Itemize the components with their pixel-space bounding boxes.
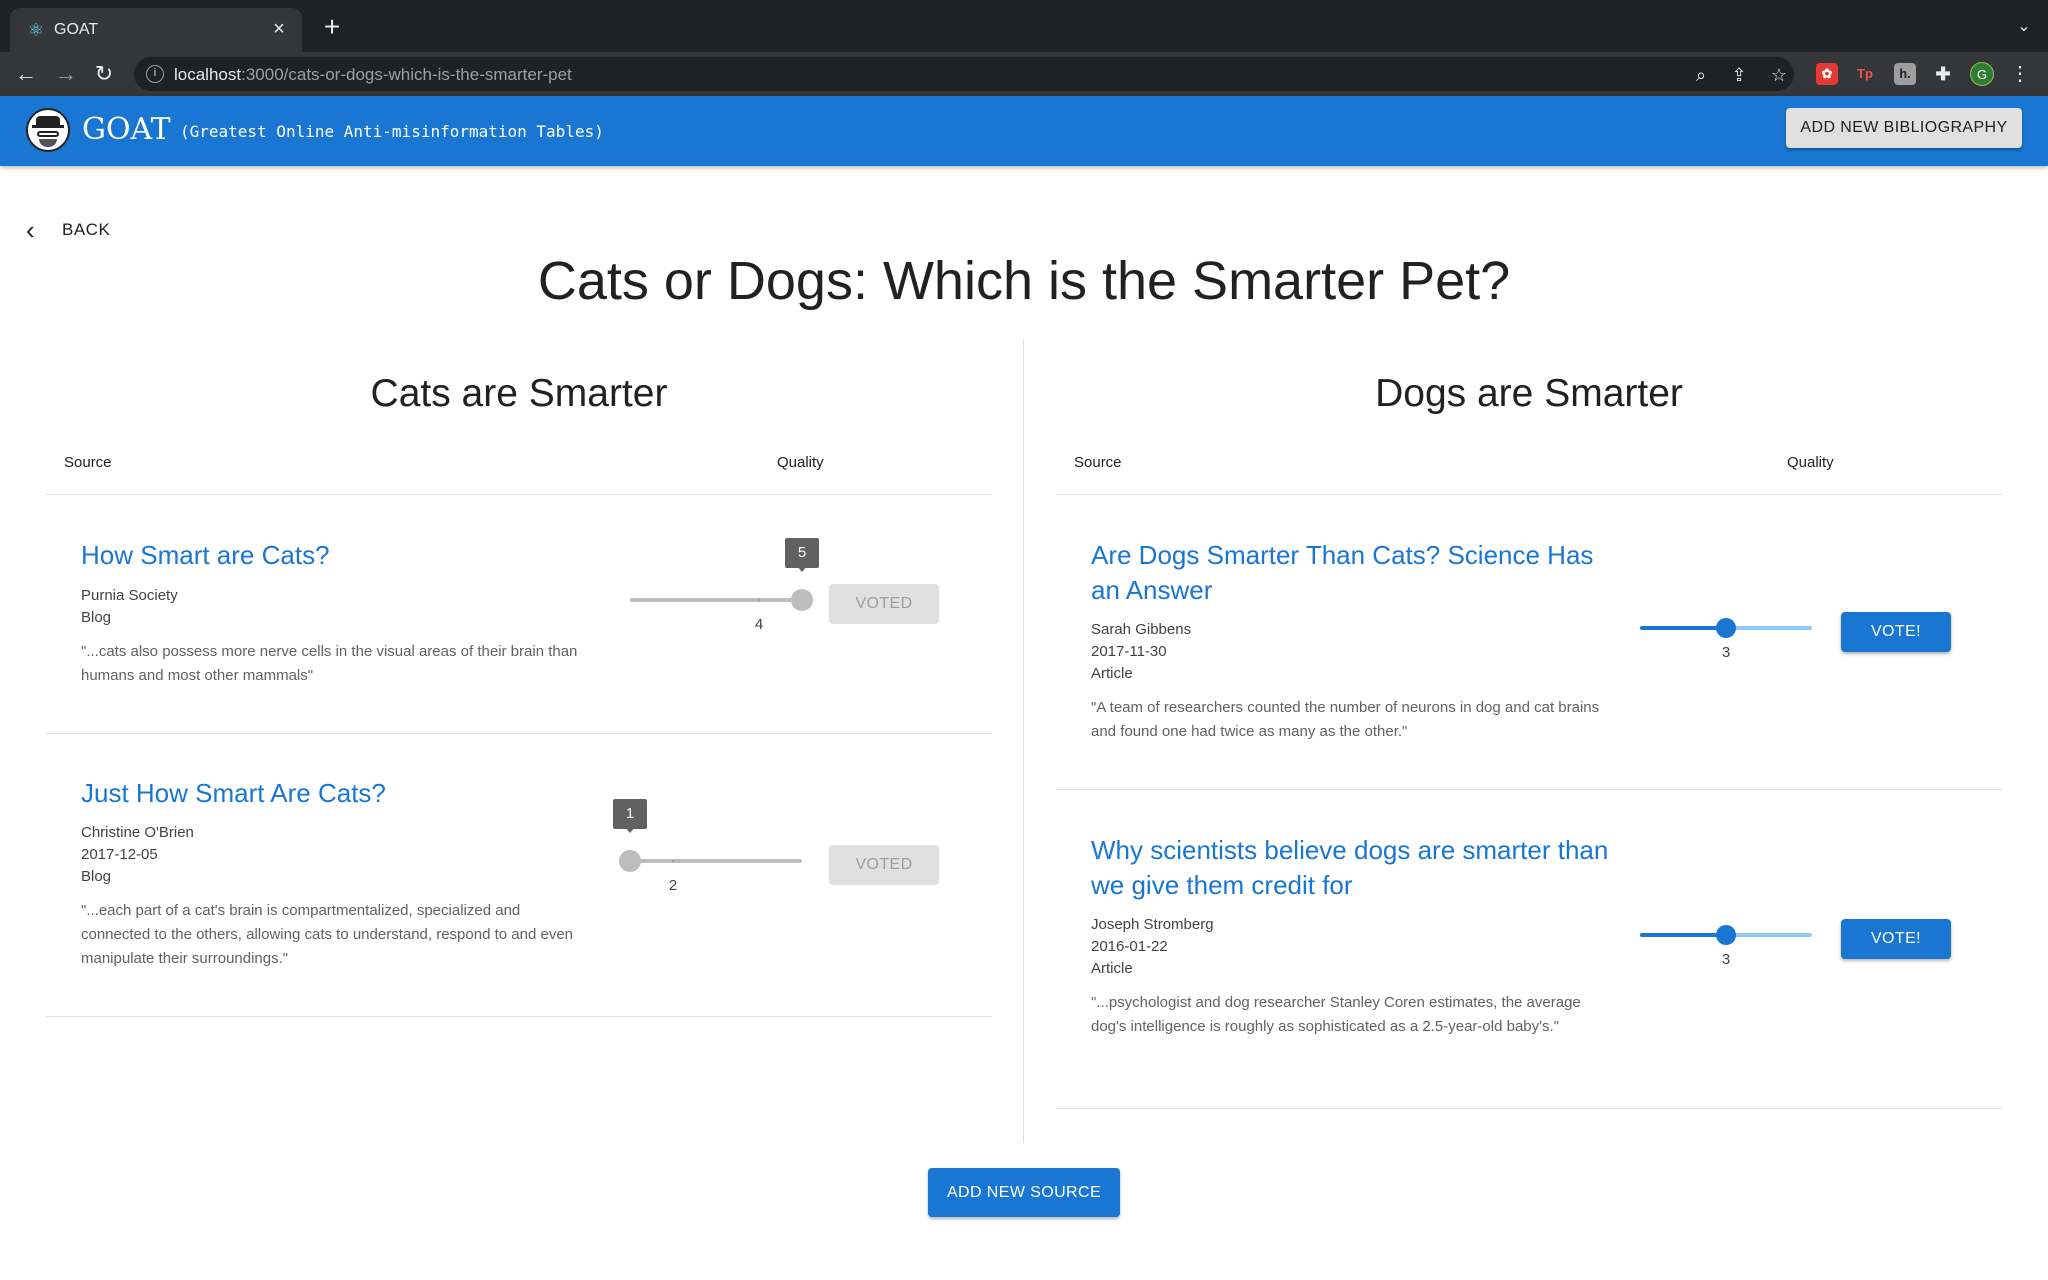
source-meta: Joseph Stromberg 2016-01-22 Article bbox=[1091, 914, 1214, 980]
header-source: Source bbox=[64, 454, 112, 471]
forward-arrow-icon[interactable]: → bbox=[52, 60, 80, 88]
source-meta: Christine O'Brien 2017-12-05 Blog bbox=[81, 822, 194, 888]
slider-track bbox=[1640, 933, 1726, 937]
column-title: Cats are Smarter bbox=[370, 372, 668, 415]
source-quote: "...each part of a cat's brain is compar… bbox=[81, 902, 573, 967]
voted-button[interactable]: VOTED bbox=[829, 845, 939, 885]
source-meta: Purnia Society Blog bbox=[81, 585, 178, 629]
source-title-link[interactable]: Are Dogs Smarter Than Cats? Science Has … bbox=[1091, 538, 1611, 608]
source-author: Sarah Gibbens bbox=[1091, 621, 1192, 638]
browser-tab-bar: ⚛ GOAT × + ⌄ bbox=[0, 0, 2048, 52]
tab-title: GOAT bbox=[54, 21, 99, 38]
address-bar[interactable]: i localhost:3000/cats-or-dogs-which-is-t… bbox=[134, 57, 1794, 91]
column-divider bbox=[1023, 340, 1024, 1143]
add-new-bibliography-button[interactable]: ADD NEW BIBLIOGRAPHY bbox=[1786, 108, 2022, 148]
source-title-link[interactable]: Why scientists believe dogs are smarter … bbox=[1091, 833, 1611, 903]
row-divider bbox=[1056, 494, 2002, 495]
voted-button[interactable]: VOTED bbox=[829, 584, 939, 624]
browser-toolbar: ← → ↻ i localhost:3000/cats-or-dogs-whic… bbox=[0, 52, 2048, 96]
extension-icon[interactable]: ✿ bbox=[1816, 63, 1838, 85]
source-date: 2017-12-05 bbox=[81, 846, 158, 863]
extension-tp-icon[interactable]: Tp bbox=[1854, 63, 1876, 85]
row-divider bbox=[1056, 789, 2002, 790]
extension-h-icon[interactable]: h. bbox=[1894, 63, 1916, 85]
slider-tick bbox=[672, 860, 674, 862]
slider-mark-label: 2 bbox=[668, 877, 678, 894]
source-quote: "A team of researchers counted the numbe… bbox=[1091, 699, 1600, 740]
slider-thumb[interactable] bbox=[791, 589, 813, 611]
add-new-source-button[interactable]: ADD NEW SOURCE bbox=[928, 1168, 1120, 1217]
chevron-left-icon: ‹ bbox=[26, 215, 35, 245]
bookmark-star-icon[interactable]: ☆ bbox=[1768, 64, 1790, 86]
header-quality: Quality bbox=[777, 454, 824, 471]
vote-button[interactable]: VOTE! bbox=[1841, 612, 1951, 652]
slider-track bbox=[630, 598, 802, 602]
source-author: Christine O'Brien bbox=[81, 824, 194, 841]
browser-menu-icon[interactable]: ⋮ bbox=[2010, 62, 2030, 86]
slider-value-label: 1 bbox=[613, 799, 647, 833]
back-label: BACK bbox=[62, 220, 111, 239]
slider-thumb[interactable] bbox=[1716, 925, 1736, 945]
source-type: Article bbox=[1091, 960, 1133, 977]
row-divider bbox=[1056, 1108, 2002, 1109]
source-date: 2017-11-30 bbox=[1091, 643, 1167, 660]
app-subtitle: (Greatest Online Anti-misinformation Tab… bbox=[180, 122, 604, 141]
source-quote: "...cats also possess more nerve cells i… bbox=[81, 643, 578, 684]
quality-slider[interactable]: 5 4 bbox=[630, 538, 819, 633]
reload-icon[interactable]: ↻ bbox=[90, 60, 118, 88]
row-divider bbox=[46, 494, 992, 495]
site-info-icon[interactable]: i bbox=[146, 65, 164, 83]
source-author: Joseph Stromberg bbox=[1091, 916, 1214, 933]
source-type: Blog bbox=[81, 868, 112, 885]
source-meta: Sarah Gibbens 2017-11-30 Article bbox=[1091, 619, 1191, 685]
header-source: Source bbox=[1074, 454, 1122, 471]
share-icon[interactable]: ⇪ bbox=[1728, 64, 1750, 86]
react-icon: ⚛ bbox=[27, 20, 45, 40]
slider-tick bbox=[758, 599, 760, 601]
slider-rail bbox=[630, 859, 802, 863]
extensions-puzzle-icon[interactable]: ✚ bbox=[1932, 63, 1954, 85]
source-date: 2016-01-22 bbox=[1091, 938, 1168, 955]
zoom-icon[interactable]: ⌕ bbox=[1690, 64, 1712, 86]
browser-tab[interactable]: ⚛ GOAT × bbox=[10, 8, 302, 52]
vote-button[interactable]: VOTE! bbox=[1841, 919, 1951, 959]
tab-search-chevron-icon[interactable]: ⌄ bbox=[2014, 16, 2034, 36]
goat-logo-icon[interactable] bbox=[26, 108, 70, 152]
header-quality: Quality bbox=[1787, 454, 1834, 471]
slider-mark-label: 4 bbox=[754, 616, 764, 633]
slider-track bbox=[1640, 626, 1726, 630]
quality-slider[interactable]: 3 bbox=[1640, 915, 1812, 968]
address-url[interactable]: localhost:3000/cats-or-dogs-which-is-the… bbox=[174, 65, 572, 85]
source-type: Article bbox=[1091, 665, 1133, 682]
column-title: Dogs are Smarter bbox=[1375, 372, 1683, 415]
back-arrow-icon[interactable]: ← bbox=[12, 60, 40, 88]
source-type: Blog bbox=[81, 609, 112, 626]
app-title[interactable]: GOAT bbox=[82, 112, 171, 147]
slider-value-label: 5 bbox=[785, 538, 819, 572]
profile-avatar[interactable]: G bbox=[1970, 62, 1994, 86]
new-tab-icon[interactable]: + bbox=[318, 13, 346, 42]
slider-thumb[interactable] bbox=[1716, 618, 1736, 638]
slider-mark-label: 3 bbox=[1721, 644, 1731, 661]
quality-slider[interactable]: 1 2 bbox=[613, 799, 802, 894]
slider-thumb[interactable] bbox=[619, 850, 641, 872]
slider-mark-label: 3 bbox=[1721, 951, 1731, 968]
row-divider bbox=[46, 1016, 992, 1017]
source-author: Purnia Society bbox=[81, 587, 178, 604]
source-quote: "...psychologist and dog researcher Stan… bbox=[1091, 994, 1581, 1035]
close-tab-icon[interactable]: × bbox=[268, 18, 290, 40]
quality-slider[interactable]: 3 bbox=[1640, 608, 1812, 661]
source-title-link[interactable]: How Smart are Cats? bbox=[81, 538, 601, 573]
row-divider bbox=[46, 733, 992, 734]
source-title-link[interactable]: Just How Smart Are Cats? bbox=[81, 776, 601, 811]
page-title: Cats or Dogs: Which is the Smarter Pet? bbox=[537, 251, 1511, 311]
app-bar: GOAT (Greatest Online Anti-misinformatio… bbox=[0, 96, 2048, 166]
